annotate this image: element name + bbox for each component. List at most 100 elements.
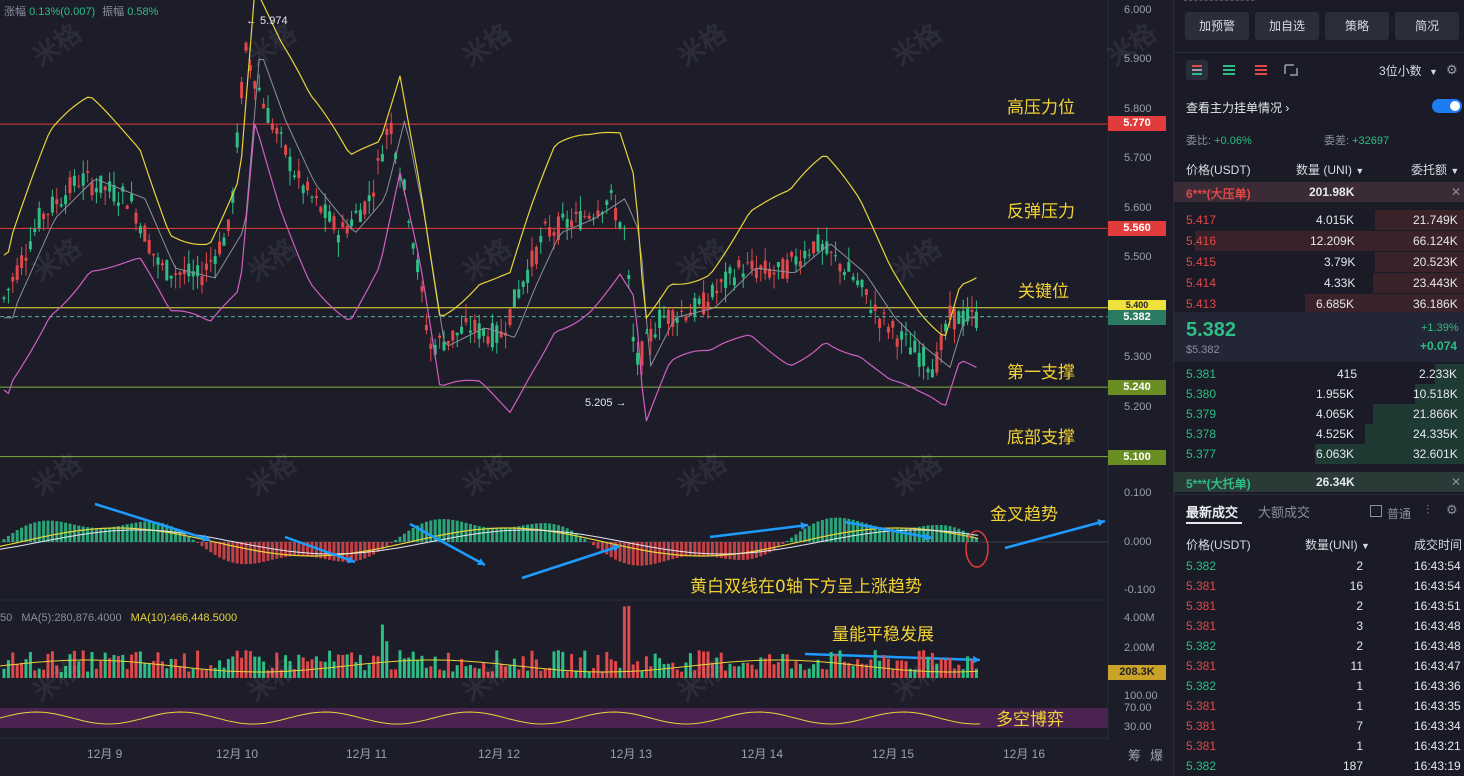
macd-axis-label: -0.100 [1124, 584, 1156, 596]
ask-row[interactable]: 5.413 6.685K 36.186K [1174, 294, 1464, 314]
expand-icon[interactable] [1280, 60, 1302, 80]
macd-histogram-bar [130, 523, 134, 542]
candle-body [772, 272, 776, 275]
macd-histogram-bar [138, 521, 142, 542]
main-orders-link[interactable]: 查看主力挂单情况 › [1186, 99, 1289, 116]
candle-body [372, 192, 376, 197]
macd-histogram-bar [816, 521, 820, 542]
candle-body [543, 221, 547, 224]
candle-body [794, 256, 798, 265]
macd-histogram-bar [407, 530, 411, 542]
big-bid-row[interactable]: 5***(大托单) 26.34K ✕ [1174, 472, 1464, 492]
annotation-long-short: 多空博弈 [996, 710, 1064, 730]
macd-histogram-bar [556, 525, 560, 542]
candle-body [6, 288, 10, 291]
macd-histogram-bar [204, 542, 208, 550]
diff-value: +32697 [1352, 135, 1390, 147]
volume-bar [741, 662, 745, 678]
volume-bar [165, 668, 169, 678]
candle-body [314, 195, 318, 198]
candle-body [618, 222, 622, 228]
trade-row: 5.382 187 16:43:19 [1174, 756, 1464, 776]
candle-body [156, 257, 160, 265]
settings-icon[interactable]: ⚙ [1446, 62, 1458, 78]
normal-label: 普通 [1387, 507, 1412, 521]
volume-bar [156, 652, 160, 678]
price-axis-label: 5.200 [1124, 401, 1152, 413]
decimal-select[interactable]: 3位小数 ▼ [1379, 62, 1438, 79]
volume-bar [957, 664, 961, 678]
macd-histogram-bar [495, 528, 499, 542]
tab-latest-trades[interactable]: 最新成交 [1186, 502, 1238, 521]
filter-icon[interactable]: ⫶ [1426, 502, 1429, 518]
add-favorite-button[interactable]: 加自选 [1255, 12, 1319, 40]
macd-histogram-bar [402, 533, 406, 542]
volume-bar [6, 660, 10, 678]
last-price-usd: $5.382 [1186, 344, 1220, 356]
book-asks-view-icon[interactable] [1250, 60, 1272, 80]
last-price: 5.382 [1186, 319, 1237, 341]
strategy-button[interactable]: 策略 [1325, 12, 1389, 40]
ask-amount: 20.523K [1413, 255, 1458, 269]
normal-checkbox[interactable] [1370, 505, 1382, 517]
candle-body [746, 262, 750, 264]
candle-body [776, 262, 780, 268]
macd-histogram-bar [332, 542, 336, 561]
macd-histogram-bar [728, 542, 732, 560]
bid-row[interactable]: 5.381 415 2.233K [1174, 364, 1464, 384]
book-both-view-icon[interactable] [1186, 60, 1208, 80]
annotation-bottom-support: 底部支撑 [1007, 428, 1075, 448]
volume-bar [746, 662, 750, 678]
kline-chart[interactable]: 涨幅 0.13%(0.007) 振幅 0.58% 6.000 5.900 5.8… [0, 0, 1364, 776]
tab-large-trades[interactable]: 大额成交 [1258, 502, 1310, 521]
book-bids-view-icon[interactable] [1218, 60, 1240, 80]
decimal-select-value: 3位小数 [1379, 64, 1422, 78]
ask-row[interactable]: 5.415 3.79K 20.523K [1174, 252, 1464, 272]
trade-price: 5.381 [1186, 719, 1217, 733]
macd-histogram-bar [292, 542, 296, 557]
trades-header-qty[interactable]: 数量(UNI) ▼ [1305, 536, 1370, 553]
macd-histogram-bar [143, 521, 147, 542]
chip-button[interactable]: 筹 [1128, 745, 1141, 764]
ask-row[interactable]: 5.414 4.33K 23.443K [1174, 273, 1464, 293]
close-icon[interactable]: ✕ [1451, 475, 1461, 489]
ma-mid-line [4, 58, 977, 369]
volume-bar [90, 651, 94, 678]
trade-time: 16:43:54 [1414, 579, 1461, 593]
bid-row[interactable]: 5.379 4.065K 21.866K [1174, 404, 1464, 424]
price-axis-label: 5.500 [1124, 251, 1152, 263]
candle-body [160, 263, 164, 266]
bid-price: 5.379 [1186, 407, 1217, 421]
volume-bar [143, 663, 147, 678]
macd-histogram-bar [666, 542, 670, 561]
big-ask-row[interactable]: 6***(大压单) 201.98K ✕ [1174, 182, 1464, 202]
add-alert-button[interactable]: 加预警 [1185, 12, 1249, 40]
ask-row[interactable]: 5.417 4.015K 21.749K [1174, 210, 1464, 230]
candle-body [684, 316, 688, 321]
macd-histogram-bar [455, 520, 459, 542]
macd-histogram-bar [50, 520, 54, 542]
ask-row[interactable]: 5.416 12.209K 66.124K [1174, 231, 1464, 251]
main-orders-toggle[interactable] [1432, 99, 1462, 113]
volume-bar [521, 656, 525, 678]
bid-row[interactable]: 5.380 1.955K 10.518K [1174, 384, 1464, 404]
settings-icon[interactable]: ⚙ [1446, 502, 1458, 518]
candle-body [116, 202, 120, 206]
volume-bar [543, 668, 547, 678]
candle-body [33, 228, 37, 233]
candle-body [609, 190, 613, 193]
dash-line [1184, 0, 1254, 5]
book-header-amount[interactable]: 委托额 ▼ [1411, 161, 1459, 178]
overview-button[interactable]: 简况 [1395, 12, 1459, 40]
bid-row[interactable]: 5.377 6.063K 32.601K [1174, 444, 1464, 464]
trade-time: 16:43:36 [1414, 679, 1461, 693]
macd-histogram-bar [539, 523, 543, 542]
bid-amount: 21.866K [1413, 407, 1458, 421]
liquidation-button[interactable]: 爆 [1150, 745, 1163, 764]
bid-row[interactable]: 5.378 4.525K 24.335K [1174, 424, 1464, 444]
macd-histogram-bar [785, 540, 789, 542]
candle-body [508, 308, 512, 325]
ask-qty: 6.685K [1316, 297, 1355, 311]
book-header-qty[interactable]: 数量 (UNI) ▼ [1296, 161, 1364, 178]
close-icon[interactable]: ✕ [1451, 185, 1461, 199]
